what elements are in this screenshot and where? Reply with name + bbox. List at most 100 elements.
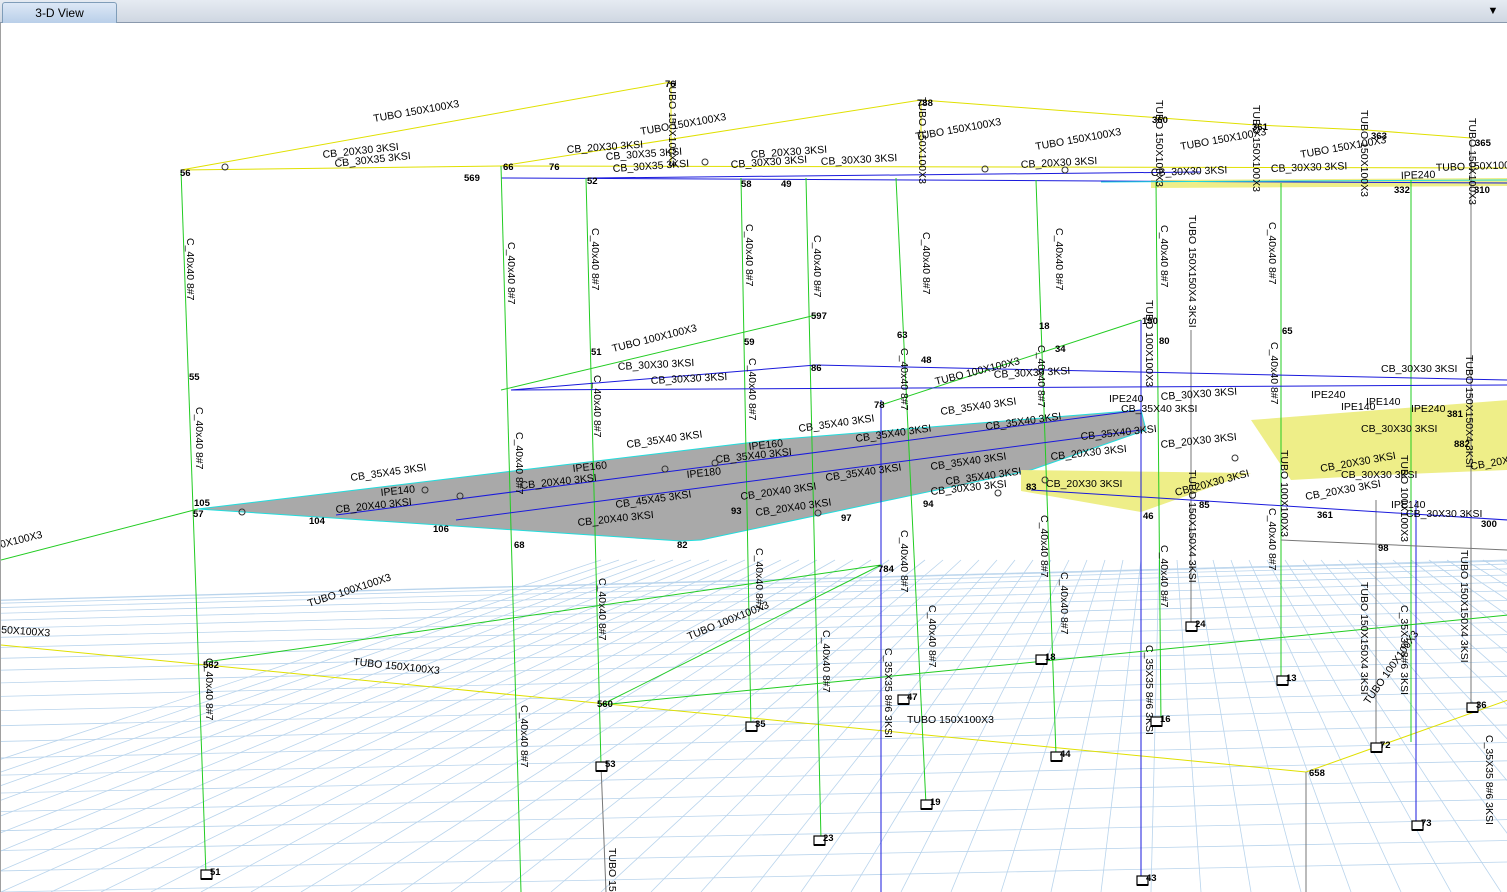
node-label: 83 xyxy=(1026,482,1037,493)
column-label: C_40x40 8#7 xyxy=(589,228,601,291)
column-label: C_35X35 8#6 3KSI xyxy=(1483,735,1495,825)
tab-3d-view[interactable]: 3-D View xyxy=(2,2,117,23)
node-label: 97 xyxy=(841,513,852,524)
support-label: 19 xyxy=(930,797,941,808)
column-label: C_40x40 8#7 xyxy=(811,235,823,298)
roof-beam-label: CB_30X30 3KSI xyxy=(1271,160,1348,175)
grid-line xyxy=(1,559,602,760)
node-marker xyxy=(1231,454,1239,462)
column-label: C_40x40 8#7 xyxy=(743,224,755,287)
3d-model-viewport[interactable]: TUBO 150X100X3 TUBO 150X100X3 TUBO 150X100… xyxy=(0,23,1507,892)
node-label: 65 xyxy=(1282,326,1293,337)
slab-beam-label: CB_20X30 3KSI xyxy=(1304,478,1381,503)
column-label: C_40x40 8#7 xyxy=(1158,545,1170,608)
column-label: C_40x40 8#7 xyxy=(898,348,910,411)
column-label: C_40x40 8#7 xyxy=(898,530,910,593)
column-label: TUBO 150X150X4 3KSI xyxy=(1463,355,1475,468)
grid-line xyxy=(1248,559,1402,892)
slab-beam-label: CB_30X30 3KSI xyxy=(1341,469,1417,481)
column-label: TUBO 150X100X3 xyxy=(1250,105,1262,192)
column-label: C_40x40 8#7 xyxy=(505,242,517,305)
node-label: 784 xyxy=(878,564,895,575)
node-label: 361 xyxy=(1252,122,1269,133)
support-label: 16 xyxy=(1160,714,1171,725)
column-label: C_40x40 8#7 xyxy=(1266,222,1278,285)
model-canvas[interactable]: TUBO 150X100X3 TUBO 150X100X3 TUBO 150X100… xyxy=(1,23,1507,892)
column-label: TUBO 150X150X4 3KSI xyxy=(1358,582,1370,695)
brace-label: TUBO 100X100X3 xyxy=(686,599,771,643)
node-label: 788 xyxy=(917,98,933,109)
grid-line xyxy=(1500,559,1507,564)
column-label: TUBO 150X100X3 xyxy=(1358,110,1370,197)
grid-line xyxy=(1,819,1507,851)
node-label: 363 xyxy=(1371,131,1387,142)
node-label: 78 xyxy=(874,400,885,411)
node-label: 300 xyxy=(1481,519,1497,530)
grid-line xyxy=(1194,559,1252,892)
node-label: 48 xyxy=(921,355,932,366)
grid-line xyxy=(600,559,962,892)
node-label: 361 xyxy=(1317,510,1334,521)
column-label: TUBO 15 xyxy=(606,848,618,892)
brace-line xyxy=(205,564,882,663)
column-label: C_40x40 8#7 xyxy=(184,238,196,301)
node-label: 93 xyxy=(731,506,742,517)
column-label: C_35X35 8#6 3KSI xyxy=(882,648,894,738)
column-label: TUBO 150X150X4 3KSI xyxy=(1458,550,1470,663)
mid-beam-label: CB_30X30 3KSI xyxy=(651,371,728,387)
node-label: 55 xyxy=(189,372,200,383)
slab-beam-label: CB_35X45 3KSI xyxy=(350,461,427,484)
slab-beam-label: CB_35X40 3KSI xyxy=(1121,403,1197,415)
node-label: 597 xyxy=(811,311,827,322)
node-label: 82 xyxy=(677,540,688,551)
node-label: 63 xyxy=(897,330,908,341)
support-label: 72 xyxy=(1380,740,1391,751)
roof-beam xyxy=(920,99,1162,119)
column-label: C_40x40 8#7 xyxy=(926,605,938,668)
node-label: 59 xyxy=(744,337,755,348)
node-label: 66 xyxy=(503,162,514,173)
node-label: 360 xyxy=(1152,115,1168,126)
column-label: C_40x40 8#7 xyxy=(1268,342,1280,405)
support-label: 44 xyxy=(1060,749,1071,760)
column-label: TUBO 150X100X3 xyxy=(666,80,678,167)
grid-line xyxy=(1,559,656,801)
column-label: TUBO 100X100X3 xyxy=(1143,300,1155,387)
node-label: 46 xyxy=(1143,511,1154,522)
node-label: 58 xyxy=(741,179,752,190)
support-label: 18 xyxy=(1045,652,1056,663)
node-label: 98 xyxy=(1378,543,1389,554)
node-label: 569 xyxy=(464,173,480,184)
roof-beam xyxy=(1160,117,1257,126)
slab-beam-label: CB_30X30 3KSI xyxy=(1160,386,1237,403)
column-label: C_40x40 8#7 xyxy=(193,407,205,470)
slab-beam-label: IPE240 xyxy=(1411,403,1446,415)
column-label: TUBO 150X150X4 3KSI xyxy=(1186,215,1198,328)
node-label: 85 xyxy=(1199,500,1210,511)
grid-line xyxy=(1,799,1507,832)
post-line xyxy=(1280,539,1507,551)
roof-beam-label: TUBO 150X100X3 xyxy=(1034,126,1122,153)
ground-beam xyxy=(1,644,1307,773)
node-label: 104 xyxy=(309,516,326,527)
post-line xyxy=(600,764,607,892)
column-label: TUBO 150X100X3 xyxy=(1153,100,1165,187)
column-label: C_40x40 8#7 xyxy=(1266,508,1278,571)
support-label: 47 xyxy=(907,692,918,703)
support-label: 13 xyxy=(1286,673,1297,684)
node-label: 365 xyxy=(1475,138,1492,149)
node-label: 332 xyxy=(1394,185,1410,196)
dropdown-arrow-icon[interactable]: ▼ xyxy=(1485,3,1501,19)
node-label: 658 xyxy=(1309,768,1325,779)
roof-beam-label: TUBO 150X100X3 xyxy=(372,98,460,125)
brace-line xyxy=(600,564,882,706)
column-label: TUBO 150X100X3 xyxy=(916,97,928,184)
grid-line xyxy=(200,559,818,892)
node-label: 310 xyxy=(1474,185,1490,196)
support-label: 24 xyxy=(1195,619,1206,630)
roof-beam-blue xyxy=(590,171,1202,179)
roof-beam xyxy=(1255,124,1367,131)
node-marker xyxy=(701,158,709,166)
grid-line xyxy=(1212,559,1302,892)
column-label: C_40x40 8#7 xyxy=(920,232,932,295)
